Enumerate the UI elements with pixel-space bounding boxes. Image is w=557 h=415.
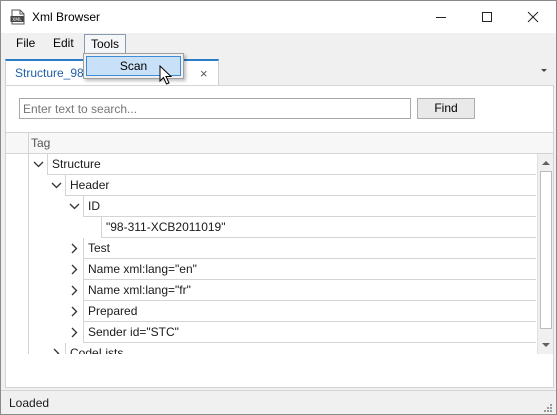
tree-row[interactable]: Name xml:lang="en" [6, 259, 536, 280]
chevron-right-icon[interactable] [69, 285, 80, 296]
xml-browser-window: XML Xml Browser File Edit Tools Scan Str… [0, 0, 557, 415]
tree-node-label: ID [83, 196, 536, 217]
maximize-button[interactable] [464, 1, 510, 33]
minimize-button[interactable] [418, 1, 464, 33]
chevron-right-icon[interactable] [69, 243, 80, 254]
chevron-right-icon[interactable] [69, 327, 80, 338]
tree-node-label: Prepared [83, 301, 536, 322]
grid-body: Structure Header ID "98-311-XCB2011019" Test… [6, 154, 536, 354]
maximize-icon [482, 12, 492, 22]
xml-file-icon: XML [10, 9, 25, 25]
tab-close-icon[interactable]: × [200, 66, 208, 81]
tree-node-label: CodeLists [65, 343, 536, 354]
menu-file[interactable]: File [10, 34, 41, 54]
minimize-icon [436, 17, 446, 18]
tree-node-label: Name xml:lang="fr" [83, 280, 536, 301]
tree-row[interactable]: Name xml:lang="fr" [6, 280, 536, 301]
tree-node-label: "98-311-XCB2011019" [101, 217, 536, 238]
tree-node-label: Name xml:lang="en" [83, 259, 536, 280]
tree-node-label: Structure [47, 154, 536, 175]
tab-list-chevron-icon[interactable] [539, 65, 549, 75]
app-icon-label: XML [12, 17, 22, 23]
tree-row[interactable]: Prepared [6, 301, 536, 322]
chevron-down-icon[interactable] [33, 159, 44, 170]
xml-tree-grid: Tag Structure Header ID "98-311-XCB2011019"… [6, 132, 553, 354]
menu-edit[interactable]: Edit [47, 34, 80, 54]
mouse-pointer-icon [159, 65, 173, 85]
menu-tools[interactable]: Tools [84, 34, 127, 54]
tree-node-label: Sender id="STC" [83, 322, 536, 343]
close-window-button[interactable] [510, 1, 556, 33]
scrollbar-thumb[interactable] [540, 171, 552, 329]
status-text: Loaded [9, 396, 50, 410]
tree-row[interactable]: Structure [6, 154, 536, 175]
tree-node-label: Test [83, 238, 536, 259]
grid-header: Tag [6, 133, 553, 154]
chevron-right-icon[interactable] [69, 264, 80, 275]
search-input[interactable] [19, 98, 411, 119]
scroll-up-arrow-icon[interactable] [541, 158, 551, 168]
chevron-down-icon[interactable] [69, 201, 80, 212]
column-header-tag[interactable]: Tag [31, 136, 50, 150]
tree-row[interactable]: Header [6, 175, 536, 196]
tree-row[interactable]: Test [6, 238, 536, 259]
close-icon [527, 11, 539, 23]
chevron-right-icon[interactable] [69, 306, 80, 317]
title-bar[interactable]: XML Xml Browser [1, 1, 556, 33]
grid-header-separator [28, 133, 29, 154]
tree-row[interactable]: CodeLists [6, 343, 536, 354]
tree-row[interactable]: "98-311-XCB2011019" [6, 217, 536, 238]
scroll-down-arrow-icon[interactable] [541, 340, 551, 350]
chevron-down-icon[interactable] [51, 180, 62, 191]
tab-structure-label: Structure_98- [15, 66, 88, 80]
tree-node-label: Header [65, 175, 536, 196]
tree-row[interactable]: ID [6, 196, 536, 217]
resize-grip-icon[interactable] [541, 401, 553, 413]
document-panel: Find Tag StructureHeaderID"98-311-XCB201… [5, 85, 554, 388]
tree-row[interactable]: Sender id="STC" [6, 322, 536, 343]
status-bar: Loaded [1, 390, 556, 414]
menu-bar: File Edit Tools [1, 33, 556, 55]
window-title: Xml Browser [32, 10, 101, 24]
chevron-right-icon[interactable] [51, 348, 62, 354]
find-button[interactable]: Find [417, 98, 475, 119]
vertical-scrollbar[interactable] [537, 154, 553, 354]
